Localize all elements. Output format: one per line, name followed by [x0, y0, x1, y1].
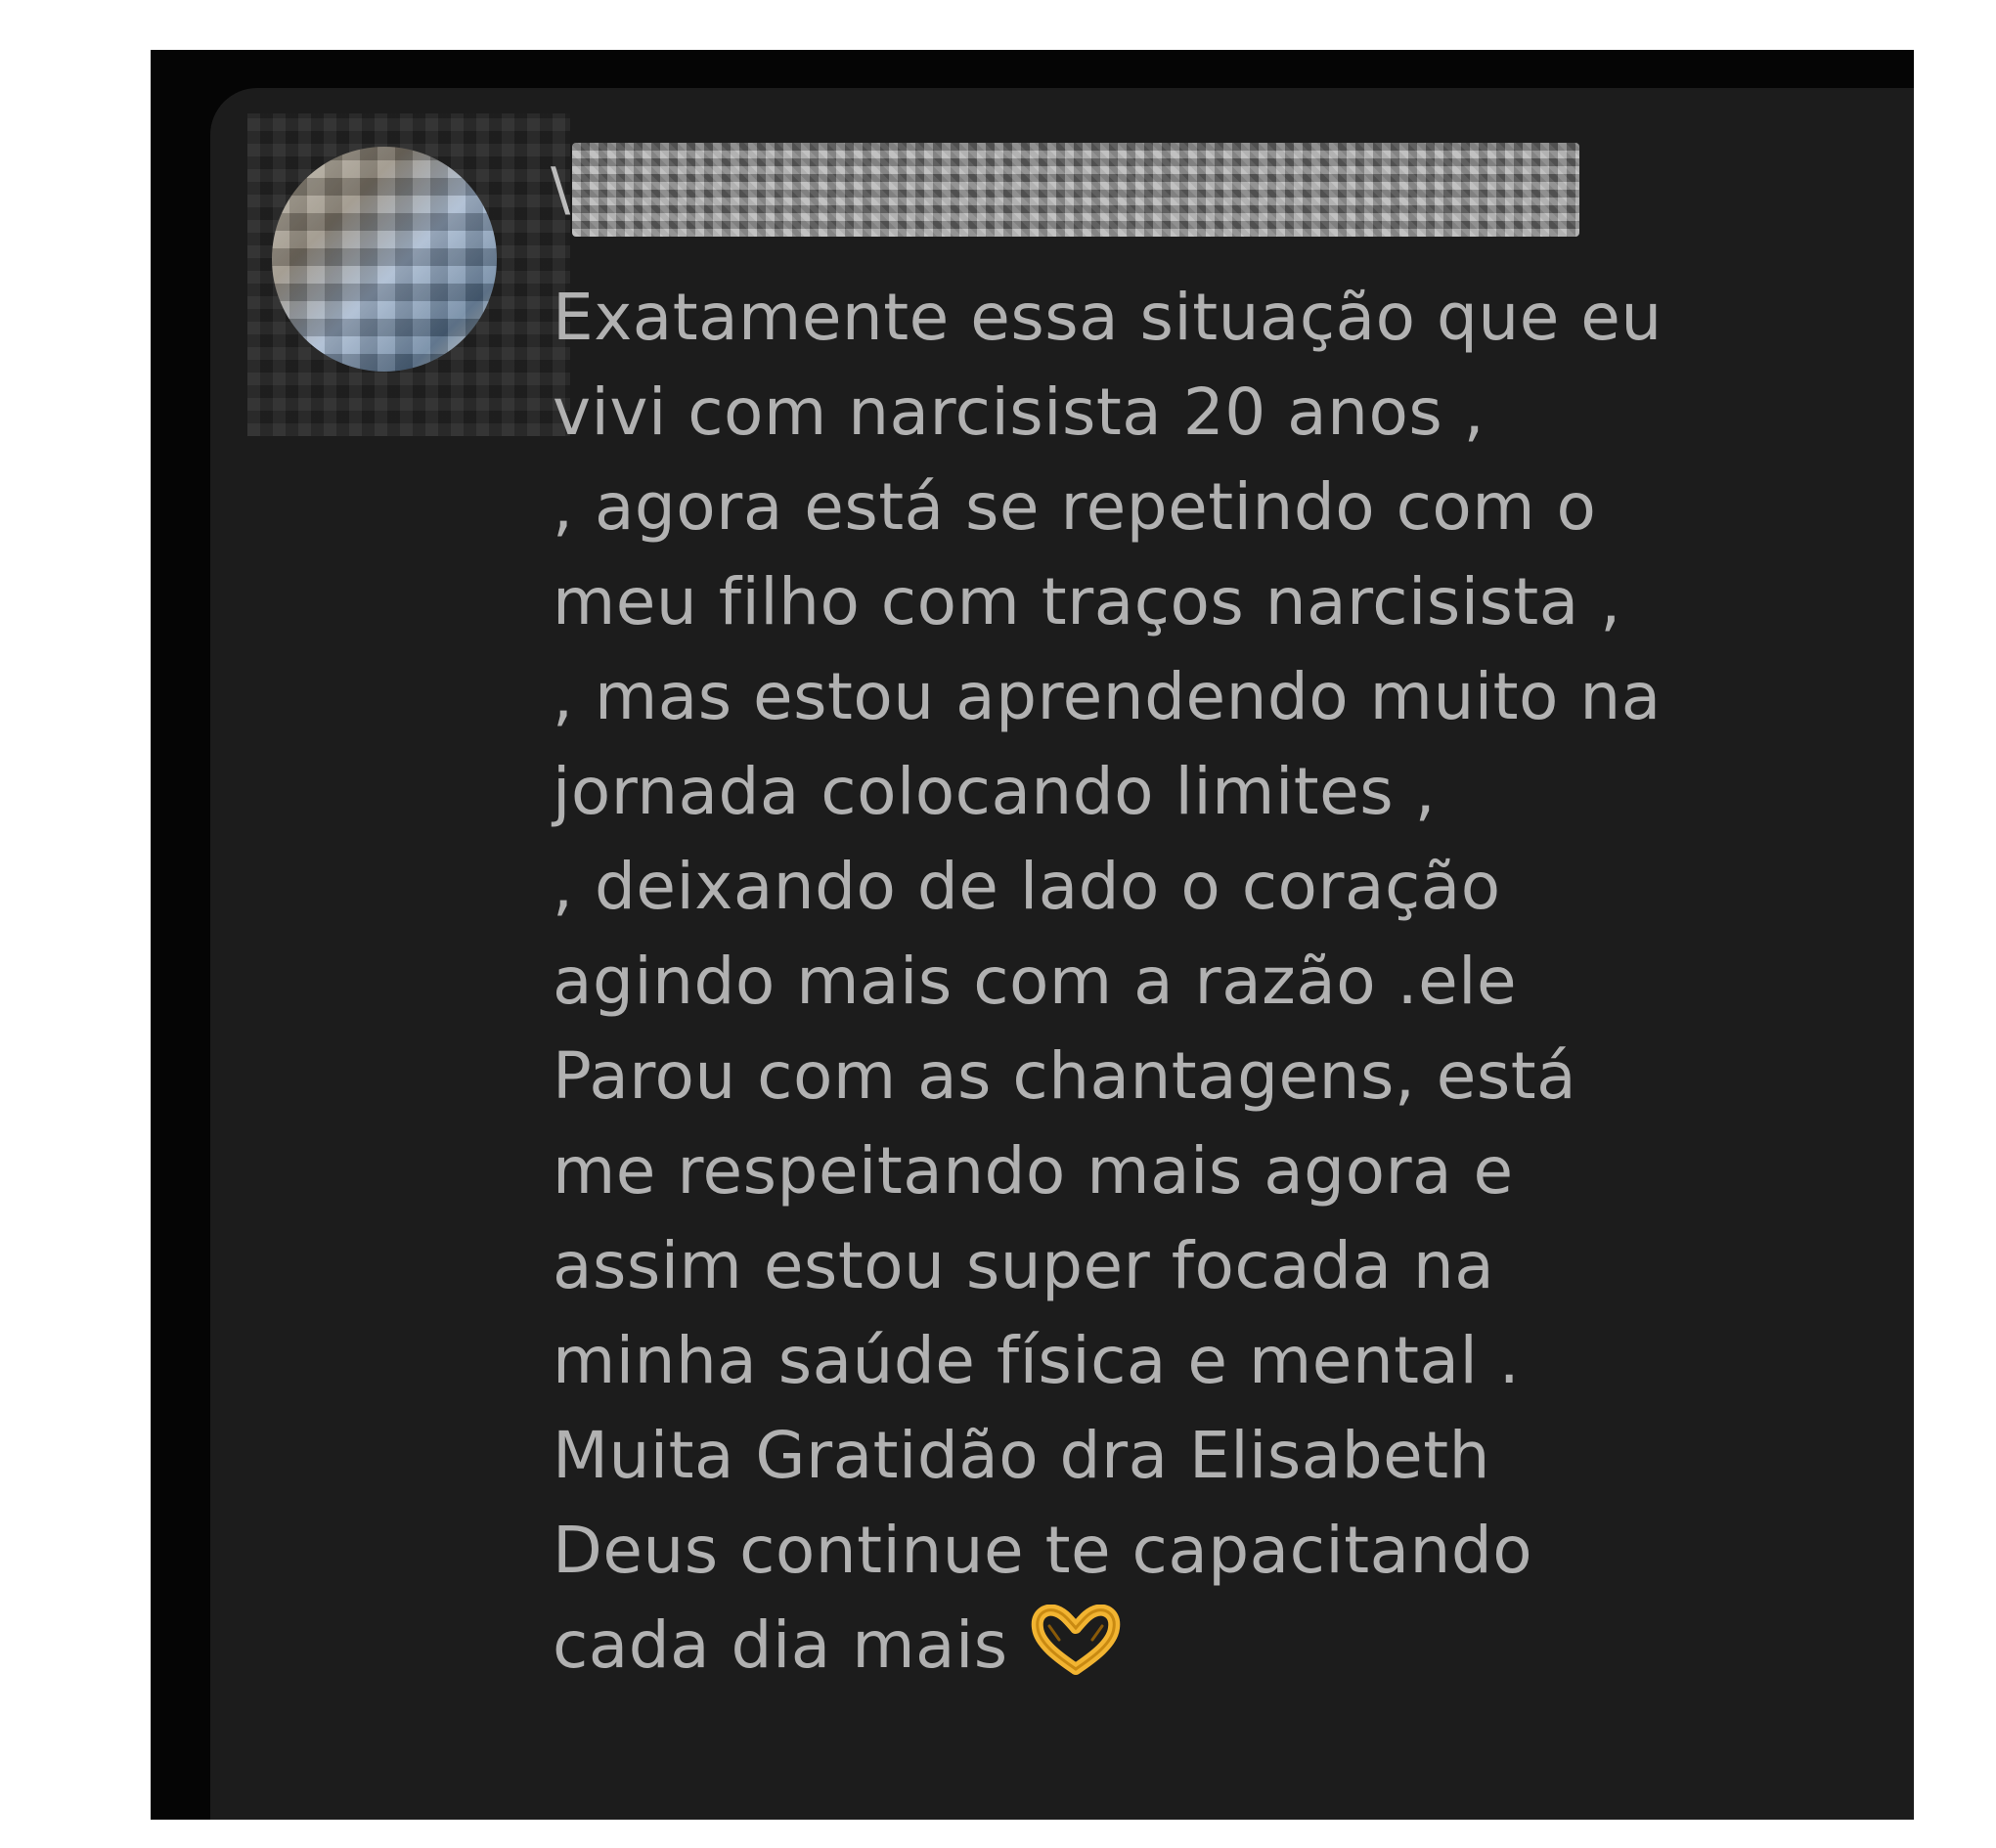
comment-line: , agora está se repetindo com o: [553, 469, 1597, 545]
comment-line: Deus continue te capacitando: [553, 1513, 1533, 1588]
comment-line: vivi com narcisista 20 anos ,: [553, 374, 1486, 450]
comment-line: jornada colocando limites ,: [553, 754, 1437, 829]
heart-hands-emoji-icon: [1031, 1605, 1120, 1675]
comment-line: Muita Gratidão dra Elisabeth: [553, 1418, 1490, 1493]
author-name-redacted[interactable]: [572, 143, 1580, 237]
comment-line: agindo mais com a razão .ele: [553, 944, 1518, 1019]
comment-line: me respeitando mais agora e: [553, 1133, 1514, 1209]
comment-card: \ Exatamente essa situação que eu vivi c…: [210, 88, 1914, 1820]
avatar-redacted-area: [247, 113, 570, 436]
comment-line: , deixando de lado o coração: [553, 849, 1501, 924]
comment-line-text: cada dia mais: [553, 1607, 1008, 1683]
comment-line: Parou com as chantagens, está: [553, 1038, 1577, 1114]
screenshot-frame: \ Exatamente essa situação que eu vivi c…: [151, 50, 1914, 1820]
comment-line: , mas estou aprendendo muito na: [553, 659, 1662, 734]
comment-line: minha saúde física e mental .: [553, 1323, 1521, 1398]
comment-last-line: cada dia mais: [553, 1598, 1755, 1693]
comment-line: meu filho com traços narcisista ,: [553, 564, 1621, 639]
avatar[interactable]: [272, 147, 497, 372]
author-name-initial: \: [551, 155, 571, 224]
comment-line: assim estou super focada na: [553, 1228, 1495, 1303]
comment-line: Exatamente essa situação que eu: [553, 280, 1663, 355]
comment-text: Exatamente essa situação que eu vivi com…: [553, 270, 1755, 1693]
author-row: \: [551, 141, 1580, 239]
